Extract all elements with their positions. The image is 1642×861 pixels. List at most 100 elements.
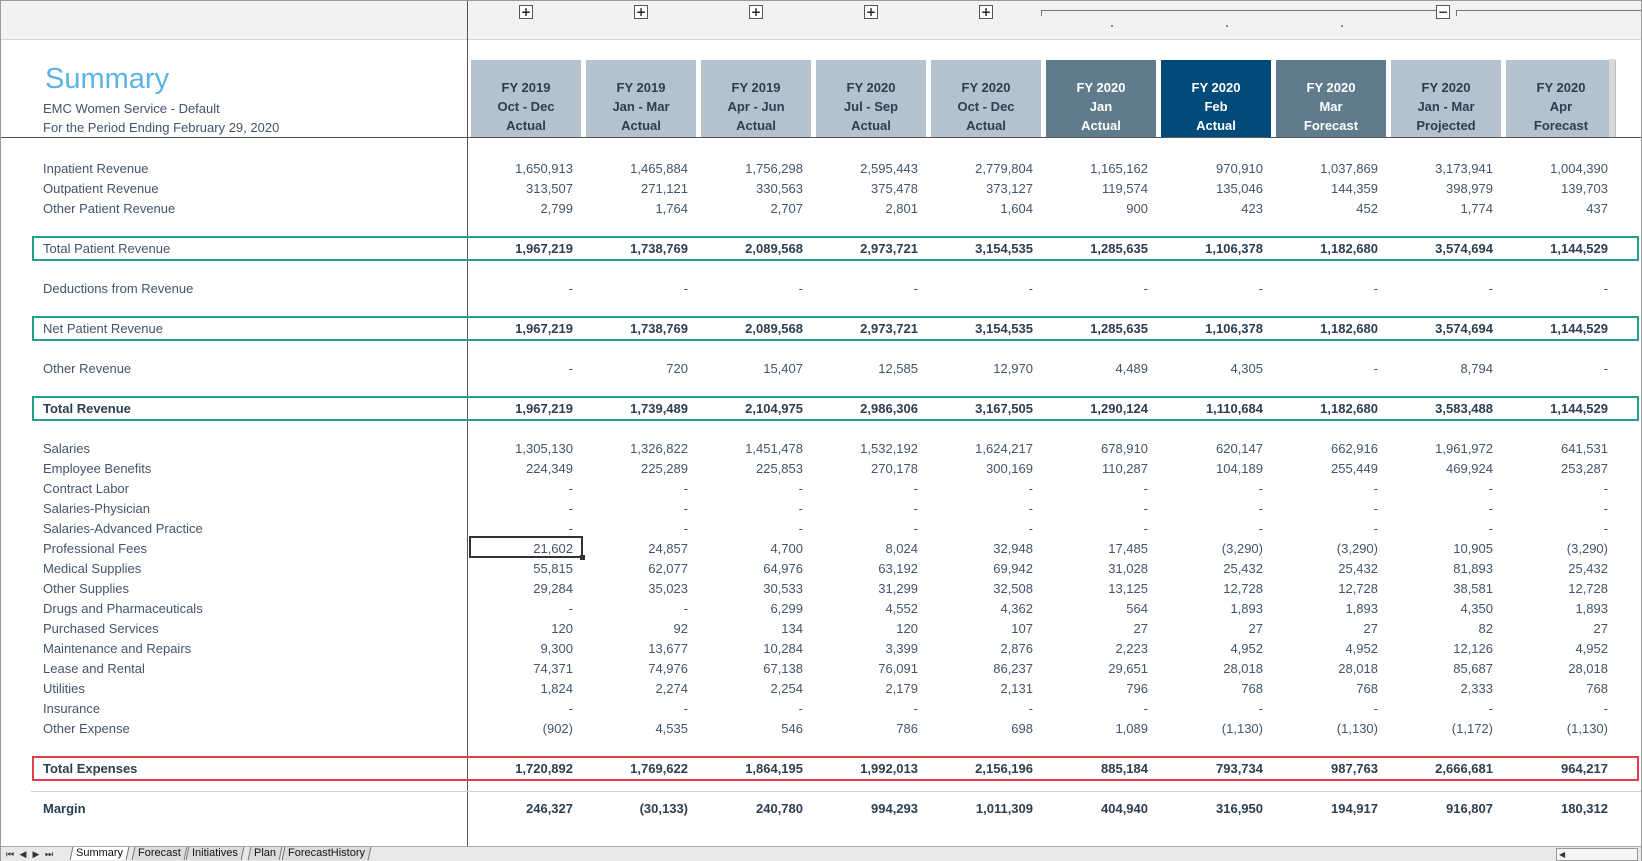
data-cell[interactable]: -	[1161, 521, 1263, 536]
column-header[interactable]: FY 2019 Apr - Jun Actual	[701, 60, 811, 137]
data-cell[interactable]: 2,707	[701, 201, 803, 216]
data-cell[interactable]: 38,581	[1391, 581, 1493, 596]
data-cell[interactable]: (902)	[471, 721, 573, 736]
data-cell[interactable]: -	[1276, 281, 1378, 296]
data-cell[interactable]: 1,451,478	[701, 441, 803, 456]
data-cell[interactable]: -	[1506, 501, 1608, 516]
data-cell[interactable]: 423	[1161, 201, 1263, 216]
data-cell[interactable]: -	[931, 701, 1033, 716]
data-cell[interactable]: 25,432	[1506, 561, 1608, 576]
data-cell[interactable]: -	[1391, 501, 1493, 516]
data-cell[interactable]: -	[586, 501, 688, 516]
data-cell[interactable]: -	[586, 701, 688, 716]
data-cell[interactable]: (3,290)	[1161, 541, 1263, 556]
data-cell[interactable]: 74,976	[586, 661, 688, 676]
data-cell[interactable]: 641,531	[1506, 441, 1608, 456]
data-cell[interactable]: 1,764	[586, 201, 688, 216]
data-cell[interactable]: 1,961,972	[1391, 441, 1493, 456]
data-cell[interactable]: 1,769,622	[586, 761, 688, 776]
data-cell[interactable]: -	[931, 521, 1033, 536]
data-cell[interactable]: 8,024	[816, 541, 918, 556]
data-cell[interactable]: -	[1276, 701, 1378, 716]
data-cell[interactable]: 1,326,822	[586, 441, 688, 456]
data-cell[interactable]: 35,023	[586, 581, 688, 596]
data-cell[interactable]: 3,399	[816, 641, 918, 656]
data-cell[interactable]: 92	[586, 621, 688, 636]
data-cell[interactable]: 76,091	[816, 661, 918, 676]
data-cell[interactable]: 12,728	[1506, 581, 1608, 596]
data-cell[interactable]: (1,130)	[1161, 721, 1263, 736]
collapse-group-button[interactable]: −	[1436, 5, 1450, 19]
column-header[interactable]: FY 2020 Mar Forecast	[1276, 60, 1386, 137]
data-cell[interactable]: 452	[1276, 201, 1378, 216]
data-cell[interactable]: 25,432	[1276, 561, 1378, 576]
data-cell[interactable]: 69,942	[931, 561, 1033, 576]
data-cell[interactable]: -	[931, 281, 1033, 296]
data-cell[interactable]: 437	[1506, 201, 1608, 216]
data-cell[interactable]: 1,011,309	[931, 801, 1033, 816]
data-cell[interactable]: 1,738,769	[586, 241, 688, 256]
data-cell[interactable]: 27	[1276, 621, 1378, 636]
column-header[interactable]: FY 2020 Feb Actual	[1161, 60, 1271, 137]
data-cell[interactable]: 30,533	[701, 581, 803, 596]
data-cell[interactable]: 67,138	[701, 661, 803, 676]
data-cell[interactable]: -	[1506, 361, 1608, 376]
data-cell[interactable]: -	[1276, 481, 1378, 496]
data-cell[interactable]: 2,666,681	[1391, 761, 1493, 776]
data-cell[interactable]: -	[471, 281, 573, 296]
data-cell[interactable]: 373,127	[931, 181, 1033, 196]
data-cell[interactable]: 3,173,941	[1391, 161, 1493, 176]
data-cell[interactable]: 1,774	[1391, 201, 1493, 216]
data-cell[interactable]: 110,287	[1046, 461, 1148, 476]
sheet-tab-initiatives[interactable]: Initiatives	[185, 847, 245, 860]
data-cell[interactable]: 134	[701, 621, 803, 636]
data-cell[interactable]: 1,893	[1276, 601, 1378, 616]
data-cell[interactable]: 271,121	[586, 181, 688, 196]
data-cell[interactable]: 1,182,680	[1276, 401, 1378, 416]
data-cell[interactable]: 916,807	[1391, 801, 1493, 816]
data-cell[interactable]: -	[701, 501, 803, 516]
data-cell[interactable]: 107	[931, 621, 1033, 636]
data-cell[interactable]: -	[1391, 701, 1493, 716]
data-cell[interactable]: 1,285,635	[1046, 241, 1148, 256]
data-cell[interactable]: 12,970	[931, 361, 1033, 376]
expand-group-button[interactable]: +	[864, 5, 878, 19]
data-cell[interactable]: 270,178	[816, 461, 918, 476]
data-cell[interactable]: 135,046	[1161, 181, 1263, 196]
data-cell[interactable]: 1,305,130	[471, 441, 573, 456]
data-cell[interactable]: 4,350	[1391, 601, 1493, 616]
sheet-tab-forecast[interactable]: Forecast	[131, 847, 188, 860]
data-cell[interactable]: 32,948	[931, 541, 1033, 556]
data-cell[interactable]: 1,106,378	[1161, 241, 1263, 256]
data-cell[interactable]: 63,192	[816, 561, 918, 576]
data-cell[interactable]: 2,333	[1391, 681, 1493, 696]
column-header[interactable]: FY 2019 Oct - Dec Actual	[471, 60, 581, 137]
data-cell[interactable]: 10,905	[1391, 541, 1493, 556]
data-cell[interactable]: 1,967,219	[471, 241, 573, 256]
data-cell[interactable]: -	[1046, 481, 1148, 496]
data-cell[interactable]: 1,624,217	[931, 441, 1033, 456]
data-cell[interactable]: 793,734	[1161, 761, 1263, 776]
data-cell[interactable]: 987,763	[1276, 761, 1378, 776]
data-cell[interactable]: 330,563	[701, 181, 803, 196]
data-cell[interactable]: -	[701, 281, 803, 296]
data-cell[interactable]: -	[1391, 481, 1493, 496]
data-cell[interactable]: 2,973,721	[816, 241, 918, 256]
data-cell[interactable]: 313,507	[471, 181, 573, 196]
data-cell[interactable]: 24,857	[586, 541, 688, 556]
data-cell[interactable]: -	[816, 501, 918, 516]
data-cell[interactable]: -	[931, 501, 1033, 516]
data-cell[interactable]: 81,893	[1391, 561, 1493, 576]
data-cell[interactable]: 119,574	[1046, 181, 1148, 196]
horizontal-scrollbar[interactable]: ◀	[1556, 848, 1638, 861]
data-cell[interactable]: 768	[1276, 681, 1378, 696]
data-cell[interactable]: -	[586, 481, 688, 496]
data-cell[interactable]: 253,287	[1506, 461, 1608, 476]
data-cell[interactable]: 1,967,219	[471, 321, 573, 336]
data-cell[interactable]: 62,077	[586, 561, 688, 576]
data-cell[interactable]: 1,824	[471, 681, 573, 696]
data-cell[interactable]: 28,018	[1276, 661, 1378, 676]
data-cell[interactable]: 6,299	[701, 601, 803, 616]
data-cell[interactable]: 1,893	[1161, 601, 1263, 616]
data-cell[interactable]: 885,184	[1046, 761, 1148, 776]
